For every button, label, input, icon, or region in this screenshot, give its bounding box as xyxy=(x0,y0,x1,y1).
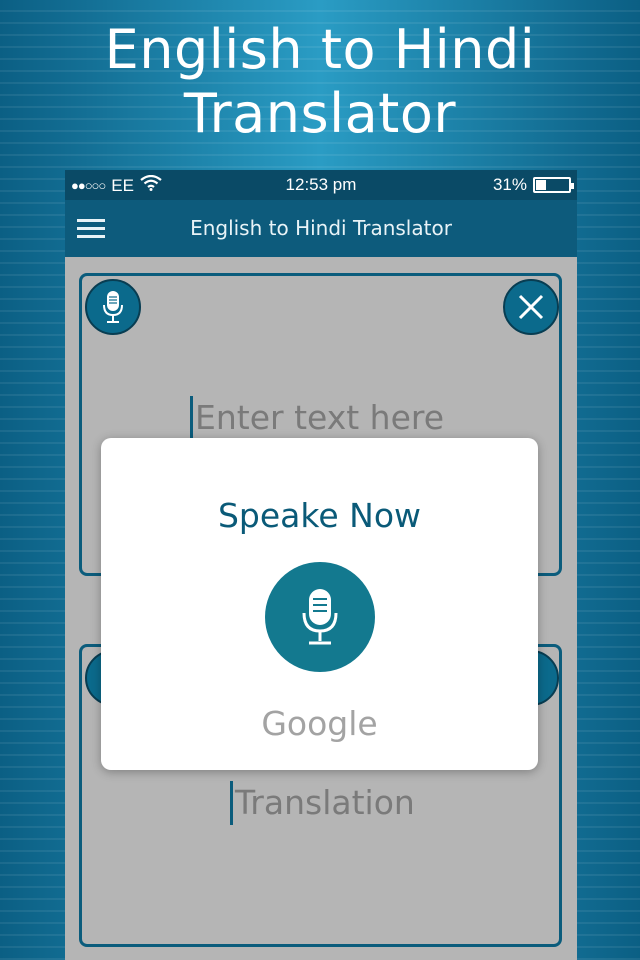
close-icon xyxy=(518,294,544,320)
dialog-mic-button[interactable] xyxy=(265,562,375,672)
promo-title-line2: Translator xyxy=(183,82,457,145)
promo-title: English to Hindi Translator xyxy=(0,18,640,146)
clear-button[interactable] xyxy=(503,279,559,335)
dialog-title: Speake Now xyxy=(217,496,421,535)
microphone-icon xyxy=(103,291,123,323)
battery-percent: 31% xyxy=(492,175,527,194)
dialog-footer-brand: Google xyxy=(261,704,378,743)
status-bar: ●●○○○ EE 12:53 pm 31% xyxy=(65,170,577,200)
promo-title-line1: English to Hindi xyxy=(104,18,536,81)
input-placeholder: Enter text here xyxy=(190,396,444,440)
mic-button[interactable] xyxy=(85,279,141,335)
app-bar: English to Hindi Translator xyxy=(65,200,577,257)
app-title: English to Hindi Translator xyxy=(190,216,452,240)
speech-dialog: Speake Now Google xyxy=(101,438,538,770)
microphone-icon xyxy=(302,589,338,645)
battery-icon xyxy=(533,177,574,193)
output-placeholder: Translation xyxy=(230,781,415,825)
